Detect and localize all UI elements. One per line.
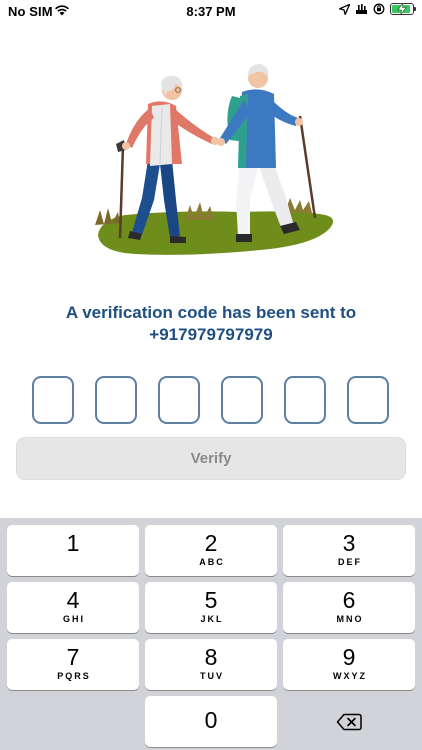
key-digit: 2 <box>204 530 218 556</box>
key-digit: 7 <box>66 644 80 670</box>
backspace-icon <box>336 713 362 730</box>
delete-key[interactable] <box>283 696 415 747</box>
key-digit: 1 <box>66 530 80 556</box>
otp-digit-input[interactable] <box>32 376 74 424</box>
key-digit: 4 <box>66 587 80 613</box>
key-digit: 5 <box>204 587 218 613</box>
verify-button-label: Verify <box>190 450 232 467</box>
key-0[interactable]: 0 <box>145 696 277 747</box>
key-4[interactable]: 4 GHI <box>7 582 139 633</box>
key-2[interactable]: 2 ABC <box>145 525 277 576</box>
key-1[interactable]: 1 <box>7 525 139 576</box>
otp-input-group <box>32 376 390 426</box>
battery-icon <box>390 3 416 15</box>
status-bar: No SIM 8:37 PM <box>0 0 422 24</box>
elderly-couple-hiking-illustration <box>95 64 334 255</box>
otp-digit-input[interactable] <box>347 376 389 424</box>
key-digit: 6 <box>342 587 356 613</box>
key-digit: 8 <box>204 644 218 670</box>
otp-digit-input[interactable] <box>221 376 263 424</box>
key-7[interactable]: 7 PQRS <box>7 639 139 690</box>
otp-digit-input[interactable] <box>284 376 326 424</box>
key-letters: WXYZ <box>333 671 367 681</box>
numeric-keypad: 1 2 ABC 3 DEF 4 GHI 5 JKL 6 MNO 7 PQRS 8… <box>0 518 422 750</box>
otp-digit-input[interactable] <box>158 376 200 424</box>
verify-button[interactable]: Verify <box>16 437 406 480</box>
location-icon <box>339 3 350 15</box>
phone-number: +917979797979 <box>149 325 273 344</box>
key-3[interactable]: 3 DEF <box>283 525 415 576</box>
key-letters: DEF <box>338 557 362 567</box>
key-letters: GHI <box>62 614 85 624</box>
rotation-lock-icon <box>373 3 385 15</box>
key-6[interactable]: 6 MNO <box>283 582 415 633</box>
key-digit: 3 <box>342 530 356 556</box>
verification-message: A verification code has been sent to +91… <box>0 302 422 346</box>
key-letters: JKL <box>200 614 224 624</box>
key-5[interactable]: 5 JKL <box>145 582 277 633</box>
key-letters: TUV <box>200 671 224 681</box>
key-letters: ABC <box>199 557 225 567</box>
key-digit: 0 <box>204 707 218 733</box>
key-letters: MNO <box>336 614 364 624</box>
key-digit: 9 <box>342 644 356 670</box>
key-letters: PQRS <box>57 671 91 681</box>
otp-digit-input[interactable] <box>95 376 137 424</box>
vpn-icon <box>356 4 367 14</box>
key-8[interactable]: 8 TUV <box>145 639 277 690</box>
verification-message-text: A verification code has been sent to <box>65 303 357 322</box>
status-icons <box>339 3 416 15</box>
key-9[interactable]: 9 WXYZ <box>283 639 415 690</box>
